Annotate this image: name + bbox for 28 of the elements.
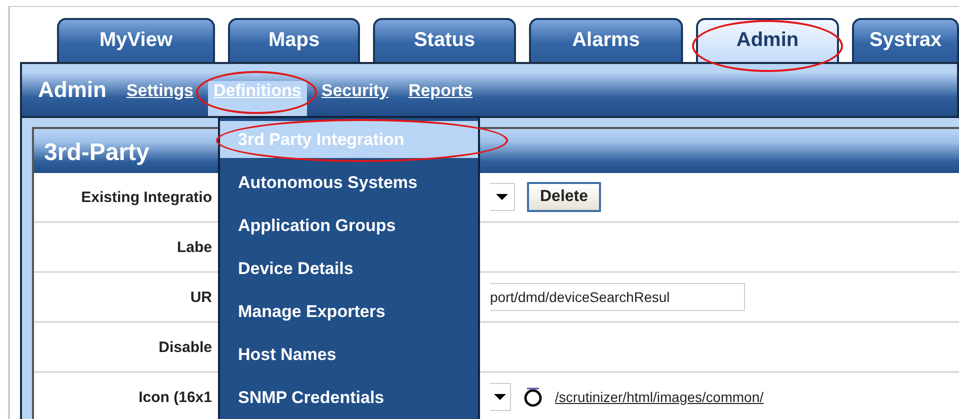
nav-tab[interactable]: Admin <box>696 18 839 62</box>
nav-tab[interactable]: Systrax <box>852 18 959 62</box>
subnav-link[interactable]: Security <box>315 81 394 116</box>
subnav-link[interactable]: Settings <box>120 81 200 116</box>
menu-item[interactable]: Manage Exporters <box>220 290 478 333</box>
field-label: Labe <box>176 238 212 256</box>
field-label: Icon (16x1 <box>138 388 212 406</box>
url-field[interactable]: port/dmd/deviceSearchResul <box>490 283 745 311</box>
select-field[interactable] <box>490 183 515 211</box>
nav-tab[interactable]: MyView <box>57 18 215 62</box>
nav-tab[interactable]: Alarms <box>529 18 683 62</box>
section-title: Admin <box>38 77 106 104</box>
nav-tab[interactable]: Status <box>373 18 516 62</box>
select-field[interactable] <box>490 383 511 411</box>
nav-tab[interactable]: Maps <box>228 18 360 62</box>
caret-icon <box>496 194 508 200</box>
menu-item[interactable]: Host Names <box>220 333 478 376</box>
delete-button[interactable]: Delete <box>527 182 602 212</box>
field-label: Disable <box>158 338 212 356</box>
image-path: /scrutinizer/html/images/common/ <box>555 389 764 405</box>
menu-item[interactable]: Device Details <box>220 247 478 290</box>
menu-item[interactable]: Application Groups <box>220 204 478 247</box>
subnav-link[interactable]: Reports <box>402 81 479 116</box>
field-label: UR <box>189 288 212 306</box>
menu-item[interactable]: SNMP Credentials <box>220 376 478 419</box>
field-label: Existing Integratio <box>80 188 212 206</box>
caret-icon <box>494 394 506 400</box>
ring-icon <box>523 387 543 407</box>
